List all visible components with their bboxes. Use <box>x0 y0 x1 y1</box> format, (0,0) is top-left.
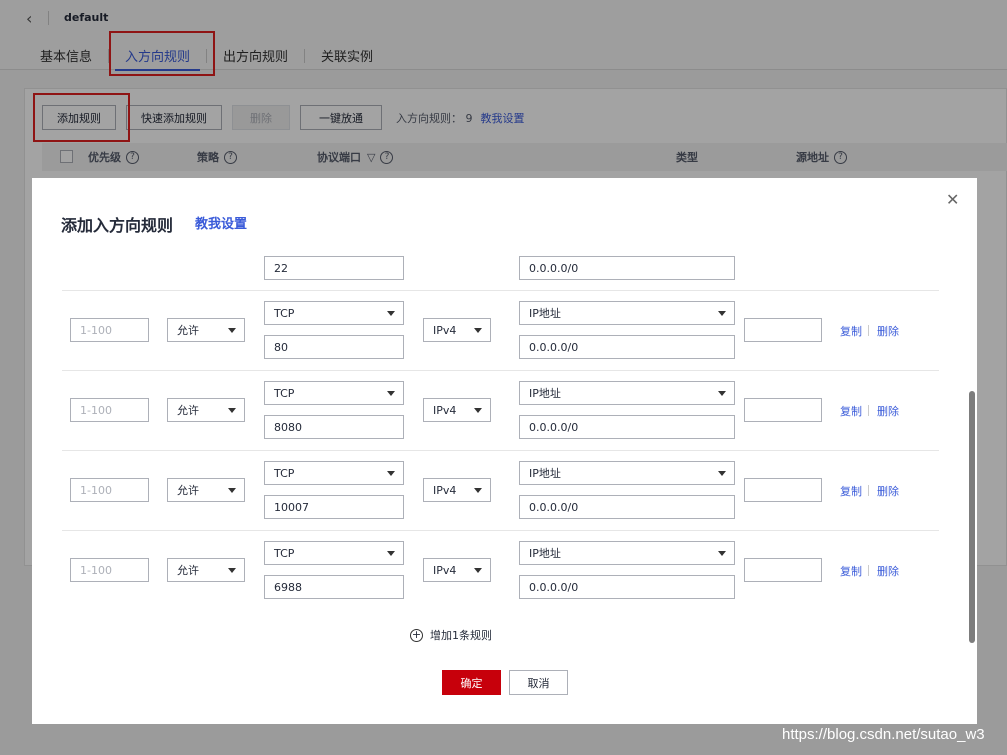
description-input[interactable] <box>744 318 822 342</box>
source-type-select[interactable]: IP地址 <box>519 301 735 325</box>
policy-select[interactable]: 允许 <box>167 558 245 582</box>
plus-circle-icon: + <box>410 627 423 642</box>
action-divider <box>868 565 869 576</box>
list-item: 1-100 允许 TCP 80 IPv4 IP地址 0.0.0.0/0 复制 删… <box>62 291 939 371</box>
copy-link[interactable]: 复制 <box>840 403 862 419</box>
chevron-down-icon <box>718 471 726 476</box>
list-item: 1-100 允许 TCP 8080 IPv4 IP地址 0.0.0.0/0 复制… <box>62 371 939 451</box>
priority-input[interactable]: 1-100 <box>70 478 149 502</box>
add-rule-row-button[interactable]: + 增加1条规则 <box>410 627 492 643</box>
protocol-select[interactable]: TCP <box>264 461 404 485</box>
delete-link[interactable]: 删除 <box>877 483 899 499</box>
copy-link[interactable]: 复制 <box>840 563 862 579</box>
protocol-select[interactable]: TCP <box>264 541 404 565</box>
port-input[interactable]: 80 <box>264 335 404 359</box>
list-item: 1-100 允许 TCP 10007 IPv4 IP地址 0.0.0.0/0 复… <box>62 451 939 531</box>
address-input[interactable]: 0.0.0.0/0 <box>519 575 735 599</box>
port-input[interactable]: 6988 <box>264 575 404 599</box>
chevron-down-icon <box>387 391 395 396</box>
list-item: 22 0.0.0.0/0 <box>62 256 939 291</box>
delete-link[interactable]: 删除 <box>877 323 899 339</box>
policy-select[interactable]: 允许 <box>167 478 245 502</box>
type-select[interactable]: IPv4 <box>423 318 491 342</box>
priority-input[interactable]: 1-100 <box>70 318 149 342</box>
address-input[interactable]: 0.0.0.0/0 <box>519 415 735 439</box>
policy-select[interactable]: 允许 <box>167 318 245 342</box>
chevron-down-icon <box>718 311 726 316</box>
chevron-down-icon <box>387 311 395 316</box>
confirm-button[interactable]: 确定 <box>442 670 501 695</box>
dialog-title: 添加入方向规则 <box>61 216 174 235</box>
chevron-down-icon <box>228 488 236 493</box>
policy-select[interactable]: 允许 <box>167 398 245 422</box>
add-rule-row-label: 增加1条规则 <box>430 629 492 642</box>
delete-link[interactable]: 删除 <box>877 403 899 419</box>
protocol-select[interactable]: TCP <box>264 381 404 405</box>
chevron-down-icon <box>228 328 236 333</box>
scrollbar[interactable] <box>969 391 975 643</box>
rules-scroll-area[interactable]: 22 0.0.0.0/0 1-100 允许 TCP 80 IPv4 IP地址 0… <box>32 256 967 629</box>
action-divider <box>868 485 869 496</box>
address-input[interactable]: 0.0.0.0/0 <box>519 495 735 519</box>
add-inbound-rule-dialog: 添加入方向规则 教我设置 ✕ 22 0.0.0.0/0 1-100 允许 TCP… <box>32 178 977 724</box>
chevron-down-icon <box>387 551 395 556</box>
copy-link[interactable]: 复制 <box>840 323 862 339</box>
chevron-down-icon <box>474 408 482 413</box>
chevron-down-icon <box>474 568 482 573</box>
type-select[interactable]: IPv4 <box>423 558 491 582</box>
source-type-select[interactable]: IP地址 <box>519 461 735 485</box>
protocol-select[interactable]: TCP <box>264 301 404 325</box>
action-divider <box>868 405 869 416</box>
description-input[interactable] <box>744 478 822 502</box>
description-input[interactable] <box>744 558 822 582</box>
address-input[interactable]: 0.0.0.0/0 <box>519 335 735 359</box>
priority-input[interactable]: 1-100 <box>70 398 149 422</box>
priority-input[interactable]: 1-100 <box>70 558 149 582</box>
type-select[interactable]: IPv4 <box>423 478 491 502</box>
address-input[interactable]: 0.0.0.0/0 <box>519 256 735 280</box>
action-divider <box>868 325 869 336</box>
watermark: https://blog.csdn.net/sutao_w3 <box>782 726 985 743</box>
chevron-down-icon <box>718 551 726 556</box>
port-input[interactable]: 8080 <box>264 415 404 439</box>
source-type-select[interactable]: IP地址 <box>519 381 735 405</box>
chevron-down-icon <box>228 408 236 413</box>
delete-link[interactable]: 删除 <box>877 563 899 579</box>
port-input[interactable]: 22 <box>264 256 404 280</box>
chevron-down-icon <box>474 488 482 493</box>
dialog-help-link[interactable]: 教我设置 <box>195 213 247 232</box>
port-input[interactable]: 10007 <box>264 495 404 519</box>
cancel-button[interactable]: 取消 <box>509 670 568 695</box>
source-type-select[interactable]: IP地址 <box>519 541 735 565</box>
type-select[interactable]: IPv4 <box>423 398 491 422</box>
description-input[interactable] <box>744 398 822 422</box>
chevron-down-icon <box>228 568 236 573</box>
copy-link[interactable]: 复制 <box>840 483 862 499</box>
close-icon[interactable]: ✕ <box>946 190 959 209</box>
chevron-down-icon <box>474 328 482 333</box>
chevron-down-icon <box>718 391 726 396</box>
chevron-down-icon <box>387 471 395 476</box>
list-item: 1-100 允许 TCP 6988 IPv4 IP地址 0.0.0.0/0 复制… <box>62 531 939 611</box>
